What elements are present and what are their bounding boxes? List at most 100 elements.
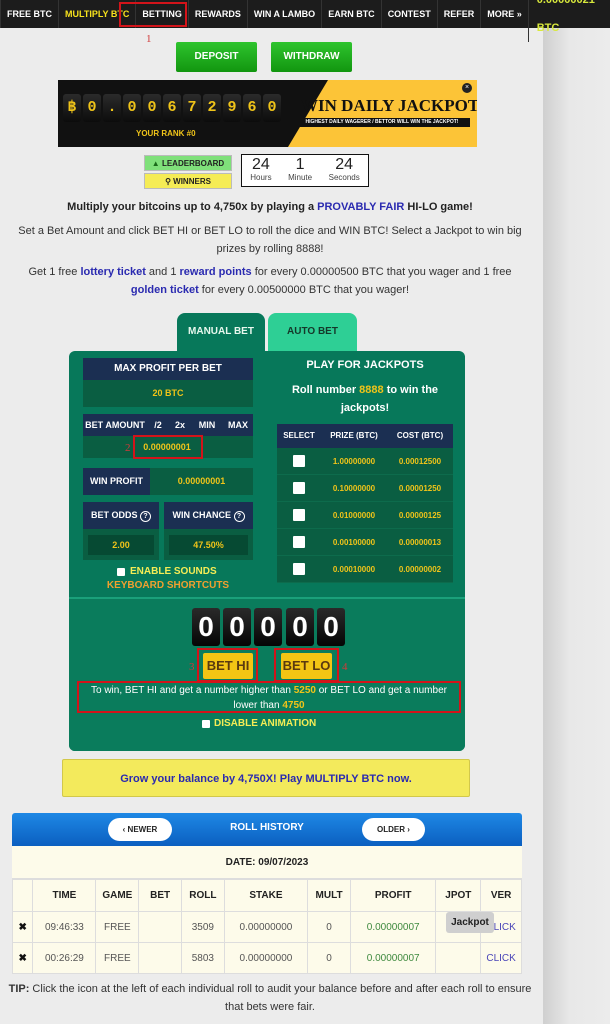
lo-threshold: 4750 xyxy=(282,700,305,711)
disable-animation-label: DISABLE ANIMATION xyxy=(214,718,317,729)
annotation-1: 1 xyxy=(146,33,152,45)
jackpot-checkbox[interactable] xyxy=(293,536,305,548)
win-chance-input[interactable]: 47.50% xyxy=(169,535,248,555)
disable-animation-toggle[interactable]: DISABLE ANIMATION xyxy=(202,718,316,729)
win-profit-label: WIN PROFIT xyxy=(83,468,150,495)
jackpot-digit: 7 xyxy=(183,94,201,122)
highlight-box xyxy=(119,2,187,27)
jackpot-checkbox[interactable] xyxy=(293,563,305,575)
countdown-value: 24 xyxy=(335,156,354,173)
lottery-ticket-link[interactable]: lottery ticket xyxy=(80,266,145,278)
tip-body: Click the icon at the left of each indiv… xyxy=(29,983,532,1013)
reward-points-link[interactable]: reward points xyxy=(180,266,252,278)
older-button[interactable]: OLDER › xyxy=(362,818,425,841)
nav-win-a-lambo[interactable]: WIN A LAMBO xyxy=(246,0,321,28)
deposit-button[interactable]: DEPOSIT xyxy=(176,42,257,72)
win-profit-value: 0.00000001 xyxy=(150,468,253,495)
max-bet-button[interactable]: MAX xyxy=(223,414,253,436)
jackpot-digit: 2 xyxy=(203,94,221,122)
nav-rewards[interactable]: REWARDS xyxy=(187,0,247,28)
jackpot-checkbox[interactable] xyxy=(293,509,305,521)
text: HI-LO game! xyxy=(404,201,473,213)
jackpot-row: 0.01000000 0.00000125 xyxy=(277,502,453,529)
golden-ticket-link[interactable]: golden ticket xyxy=(131,284,199,296)
help-icon[interactable]: ? xyxy=(233,511,245,522)
jackpot-checkbox[interactable] xyxy=(293,482,305,494)
nav-contest[interactable]: CONTEST xyxy=(380,0,437,28)
your-rank: YOUR RANK #0 xyxy=(136,129,196,138)
column-header: JPOT xyxy=(435,879,482,912)
countdown-label: Seconds xyxy=(328,173,360,182)
jackpot-cost: 0.00001250 xyxy=(398,483,442,493)
countdown-timer: 24 Hours 1 Minute 24 Seconds xyxy=(241,154,369,187)
roll-number: 5803 xyxy=(180,942,225,974)
jackpot-amount: ฿ 0 . 0 0 6 7 2 9 6 0 xyxy=(63,94,281,122)
column-header: SELECT xyxy=(283,431,315,440)
scroll-gutter xyxy=(543,28,610,1024)
countdown-value: 1 xyxy=(295,156,305,173)
newer-button[interactable]: ‹ NEWER xyxy=(108,818,172,841)
enable-sounds-toggle[interactable]: ENABLE SOUNDS xyxy=(117,566,217,577)
withdraw-button[interactable]: WITHDRAW xyxy=(271,42,352,72)
roll-time: 00:26:29 xyxy=(32,942,97,974)
jackpot-tooltip: Jackpot xyxy=(446,912,494,933)
audit-icon[interactable]: ✖ xyxy=(11,942,34,974)
text: Roll number xyxy=(291,384,360,396)
column-header: MULT xyxy=(307,879,351,912)
countdown-hours: 24 Hours xyxy=(250,157,271,186)
tip-text: TIP: Click the icon at the left of each … xyxy=(0,980,540,1016)
jackpot-table: SELECT PRIZE (BTC) COST (BTC) 1.00000000… xyxy=(277,424,453,583)
roll-mult: 0 xyxy=(307,942,351,974)
text: for every 0.00000500 BTC that you wager … xyxy=(251,266,512,278)
min-bet-button[interactable]: MIN xyxy=(191,414,223,436)
daily-jackpot-banner[interactable]: ฿ 0 . 0 0 6 7 2 9 6 0 YOUR RANK #0 WIN D… xyxy=(58,80,477,147)
enable-sounds-checkbox[interactable] xyxy=(117,567,125,576)
tab-auto-bet[interactable]: AUTO BET xyxy=(268,313,357,351)
tip-label: TIP: xyxy=(8,983,30,995)
roll-game: FREE xyxy=(95,942,140,974)
double-bet-button[interactable]: 2x xyxy=(169,414,191,436)
jackpot-prize: 0.00010000 xyxy=(332,564,376,574)
bet-odds-text: BET ODDS xyxy=(90,510,138,520)
disable-animation-checkbox[interactable] xyxy=(202,719,210,728)
promo-banner[interactable]: Grow your balance by 4,750X! Play MULTIP… xyxy=(62,759,470,797)
jackpot-digit: . xyxy=(103,94,121,122)
jackpot-number: 8888 xyxy=(359,384,384,396)
verify-link[interactable]: CLICK xyxy=(480,942,522,974)
help-icon[interactable]: ? xyxy=(140,511,152,522)
winners-button[interactable]: ⚲ WINNERS xyxy=(144,173,232,189)
jackpot-digit: ฿ xyxy=(63,94,81,122)
column-header: GAME xyxy=(95,879,140,912)
provably-fair-link[interactable]: PROVABLY FAIR xyxy=(317,201,404,213)
tab-manual-bet[interactable]: MANUAL BET xyxy=(177,313,265,351)
roll-bet xyxy=(138,911,182,943)
jackpot-checkbox[interactable] xyxy=(293,455,305,467)
bet-odds-input[interactable]: 2.00 xyxy=(88,535,154,555)
max-profit-value: 20 BTC xyxy=(83,380,253,407)
roll-digit: 0 xyxy=(286,608,314,646)
roll-digit: 0 xyxy=(192,608,220,646)
annotation-4: 4 xyxy=(342,661,348,673)
text: and 1 xyxy=(145,266,180,278)
leaderboard-button[interactable]: ▲ LEADERBOARD xyxy=(144,155,232,171)
roll-history-header: ROLL HISTORY ‹ NEWER OLDER › xyxy=(12,813,522,846)
jackpots-title: PLAY FOR JACKPOTS xyxy=(306,359,424,371)
nav-refer[interactable]: REFER xyxy=(436,0,481,28)
jackpot-cost: 0.00012500 xyxy=(398,456,442,466)
countdown-seconds: 24 Seconds xyxy=(329,157,360,186)
keyboard-shortcuts-link[interactable]: KEYBOARD SHORTCUTS xyxy=(83,580,253,591)
win-chance-text: WIN CHANCE xyxy=(172,510,231,520)
nav-free-btc[interactable]: FREE BTC xyxy=(0,0,58,28)
column-header: PROFIT xyxy=(349,879,437,912)
column-header: PRIZE (BTC) xyxy=(330,431,378,440)
text: To win, BET HI and get a number higher t… xyxy=(91,685,294,696)
nav-earn-btc[interactable]: EARN BTC xyxy=(321,0,381,28)
countdown-minutes: 1 Minute xyxy=(288,157,312,186)
half-bet-button[interactable]: /2 xyxy=(147,414,169,436)
roll-time: 09:46:33 xyxy=(32,911,97,943)
audit-icon[interactable]: ✖ xyxy=(11,911,34,943)
bet-amount-label: BET AMOUNT xyxy=(83,414,147,436)
close-icon[interactable]: × xyxy=(462,83,472,93)
nav-more[interactable]: MORE » xyxy=(480,0,528,28)
column-header: ROLL xyxy=(180,879,225,912)
